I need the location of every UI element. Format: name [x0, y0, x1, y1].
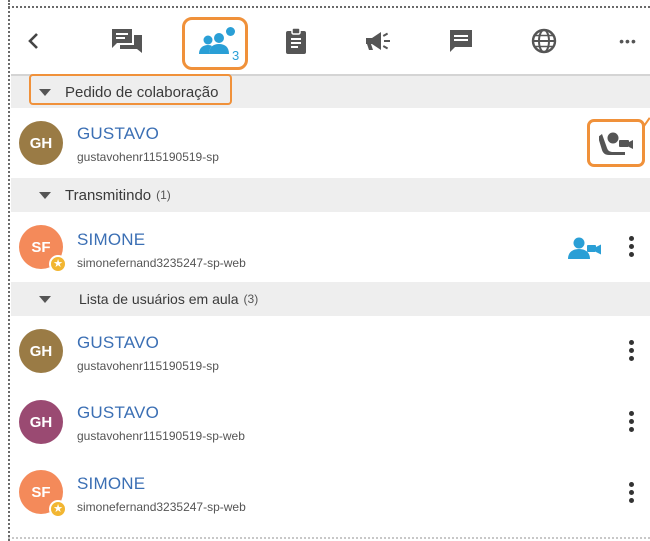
globe-icon	[531, 28, 557, 54]
user-id: simonefernand3235247-sp-web	[77, 256, 246, 270]
accept-collaboration-button[interactable]	[587, 119, 645, 167]
dot-icon	[628, 482, 634, 487]
dot-icon	[628, 427, 634, 432]
moderator-star-icon: ★	[49, 500, 67, 518]
language-tab[interactable]	[529, 8, 559, 74]
section-class-users[interactable]: Lista de usuários em aula (3)	[11, 282, 650, 316]
dot-icon	[628, 419, 634, 424]
notification-dot	[226, 27, 235, 36]
dot-icon	[628, 356, 634, 361]
participants-panel: 3 ••• Pedido de colaboração GH GUSTAVO g…	[11, 8, 650, 541]
user-name: SIMONE	[77, 474, 146, 493]
section-title: Lista de usuários em aula	[79, 291, 239, 307]
avatar: GH	[19, 400, 63, 444]
toolbar: 3 •••	[11, 8, 650, 76]
section-count: (1)	[156, 188, 171, 202]
dot-icon	[628, 244, 634, 249]
more-icon: •••	[619, 33, 637, 49]
user-name: GUSTAVO	[77, 403, 160, 422]
list-item[interactable]: GH GUSTAVO gustavohenr115190519-sp	[11, 108, 650, 179]
list-item[interactable]: SF ★ SIMONE simonefernand3235247-sp-web	[11, 457, 650, 527]
back-button[interactable]	[19, 8, 49, 74]
user-id: gustavohenr115190519-sp	[77, 359, 219, 373]
user-camera-icon	[568, 237, 601, 259]
user-name: GUSTAVO	[77, 333, 160, 352]
user-id: simonefernand3235247-sp-web	[77, 500, 246, 514]
notes-tab[interactable]	[281, 8, 311, 74]
clipboard-icon	[286, 27, 306, 54]
caret-down-icon	[39, 295, 51, 303]
section-collaboration-requests[interactable]: Pedido de colaboração	[11, 74, 650, 108]
list-item[interactable]: SF ★ SIMONE simonefernand3235247-sp-web	[11, 212, 650, 283]
dot-icon	[628, 411, 634, 416]
announcements-tab[interactable]	[361, 8, 395, 74]
frame-left-border	[8, 0, 10, 541]
dot-icon	[628, 252, 634, 257]
participants-tab[interactable]: 3	[182, 17, 248, 70]
raise-hand-icon	[599, 132, 633, 155]
moderator-star-icon: ★	[49, 255, 67, 273]
more-options-button[interactable]	[628, 236, 634, 257]
caret-down-icon	[39, 191, 51, 199]
section-count: (3)	[243, 292, 259, 306]
participants-count-badge: 3	[232, 48, 240, 63]
user-name: SIMONE	[77, 230, 146, 249]
user-name: GUSTAVO	[77, 124, 160, 143]
section-title: Transmitindo	[65, 186, 152, 204]
section-highlight-box	[29, 74, 232, 105]
user-id: gustavohenr115190519-sp	[77, 150, 219, 164]
more-options-button[interactable]: •••	[611, 8, 645, 74]
more-options-button[interactable]	[628, 482, 634, 503]
chevron-left-icon	[28, 33, 38, 49]
section-broadcasting[interactable]: Transmitindo (1)	[11, 178, 650, 212]
user-id: gustavohenr115190519-sp-web	[77, 429, 245, 443]
list-item[interactable]: GH GUSTAVO gustavohenr115190519-sp	[11, 316, 650, 387]
megaphone-icon	[366, 32, 390, 50]
avatar: GH	[19, 121, 63, 165]
dot-icon	[628, 340, 634, 345]
messages-tab[interactable]	[445, 8, 477, 74]
dot-icon	[628, 348, 634, 353]
avatar: GH	[19, 329, 63, 373]
chat-tab[interactable]	[107, 8, 147, 74]
frame-bottom-border	[8, 537, 650, 539]
camera-user-button[interactable]	[568, 236, 602, 265]
dot-icon	[628, 490, 634, 495]
more-options-button[interactable]	[628, 340, 634, 361]
dot-icon	[628, 236, 634, 241]
message-icon	[450, 30, 472, 52]
list-item[interactable]: GH GUSTAVO gustavohenr115190519-sp-web	[11, 386, 650, 458]
dot-icon	[628, 498, 634, 503]
chat-bubbles-icon	[112, 29, 142, 53]
more-options-button[interactable]	[628, 411, 634, 432]
